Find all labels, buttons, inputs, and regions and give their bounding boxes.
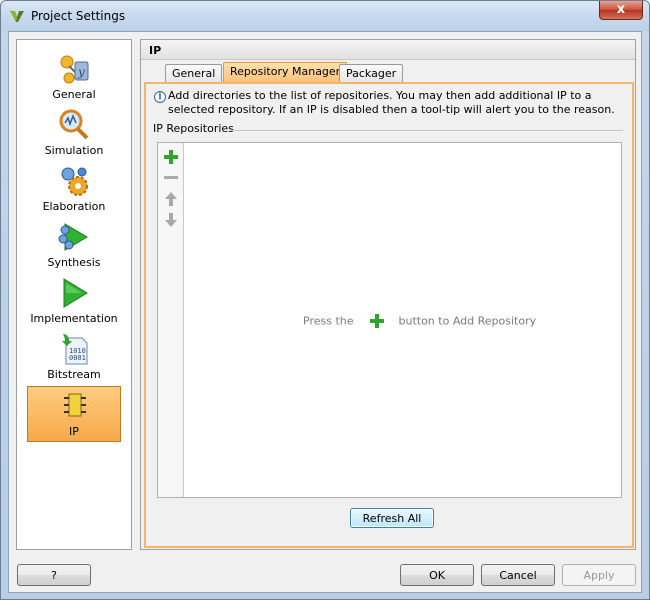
synthesis-icon [58,223,88,251]
nav-item-general[interactable]: y General [27,50,121,106]
close-button[interactable]: x [599,1,643,20]
info-icon: i [154,91,166,103]
nav-label-simulation: Simulation [44,144,104,157]
window-title: Project Settings [31,9,126,23]
empty-message-prefix: Press the [303,314,354,328]
nav-label-bitstream: Bitstream [47,368,101,381]
repository-list[interactable]: Press the button to Add Repository [157,142,622,498]
svg-text:y: y [77,65,85,79]
vivado-logo-icon [10,11,24,22]
nav-item-simulation[interactable]: Simulation [27,106,121,162]
ip-settings-panel: IP General Repository Manager Packager i… [140,39,636,550]
svg-text:0001: 0001 [69,354,86,362]
settings-nav: y General Simulation Elaboration Synthes… [16,39,132,550]
nav-label-general: General [52,88,96,101]
empty-list-message: Press the button to Add Repository [303,313,536,329]
apply-button[interactable]: Apply [562,564,636,586]
nav-item-implementation[interactable]: Implementation [27,274,121,330]
implementation-play-icon [63,278,88,308]
info-description: Add directories to the list of repositor… [168,89,615,116]
title-bar[interactable]: Project Settings x [1,1,649,31]
move-up-arrow-icon[interactable] [163,191,179,207]
nav-item-bitstream[interactable]: 1010 0001 Bitstream [27,330,121,386]
help-button[interactable]: ? [17,564,91,586]
general-settings-icon: y [60,55,89,84]
nav-item-ip[interactable]: IP [27,386,121,442]
nav-item-elaboration[interactable]: Elaboration [27,162,121,218]
nav-label-elaboration: Elaboration [42,200,106,213]
section-divider [230,130,623,131]
nav-label-synthesis: Synthesis [47,256,101,269]
ok-button[interactable]: OK [400,564,474,586]
dialog-body: y General Simulation Elaboration Synthes… [8,31,642,593]
project-settings-window: Project Settings x y General Simulation … [0,0,650,600]
cancel-button[interactable]: Cancel [481,564,555,586]
ip-chip-icon [64,393,86,417]
remove-minus-icon[interactable] [163,170,179,186]
ip-repositories-label: IP Repositories [153,122,234,135]
page-title: IP [141,40,635,60]
repository-manager-panel: i Add directories to the list of reposit… [144,82,634,548]
tab-packager[interactable]: Packager [339,64,404,82]
nav-item-synthesis[interactable]: Synthesis [27,218,121,274]
tab-general[interactable]: General [165,64,223,82]
bitstream-file-icon: 1010 0001 [62,334,88,365]
nav-label-ip: IP [69,425,79,438]
refresh-all-button[interactable]: Refresh All [350,508,434,528]
add-plus-icon[interactable] [163,149,179,165]
empty-message-suffix: button to Add Repository [398,314,537,328]
move-down-arrow-icon[interactable] [163,212,179,228]
nav-label-implementation: Implementation [30,312,118,325]
simulation-magnifier-icon [59,109,89,140]
add-plus-icon [370,314,384,328]
repository-toolbar [158,143,184,497]
elaboration-gears-icon [61,167,88,196]
tab-repository-manager[interactable]: Repository Manager [223,62,348,82]
